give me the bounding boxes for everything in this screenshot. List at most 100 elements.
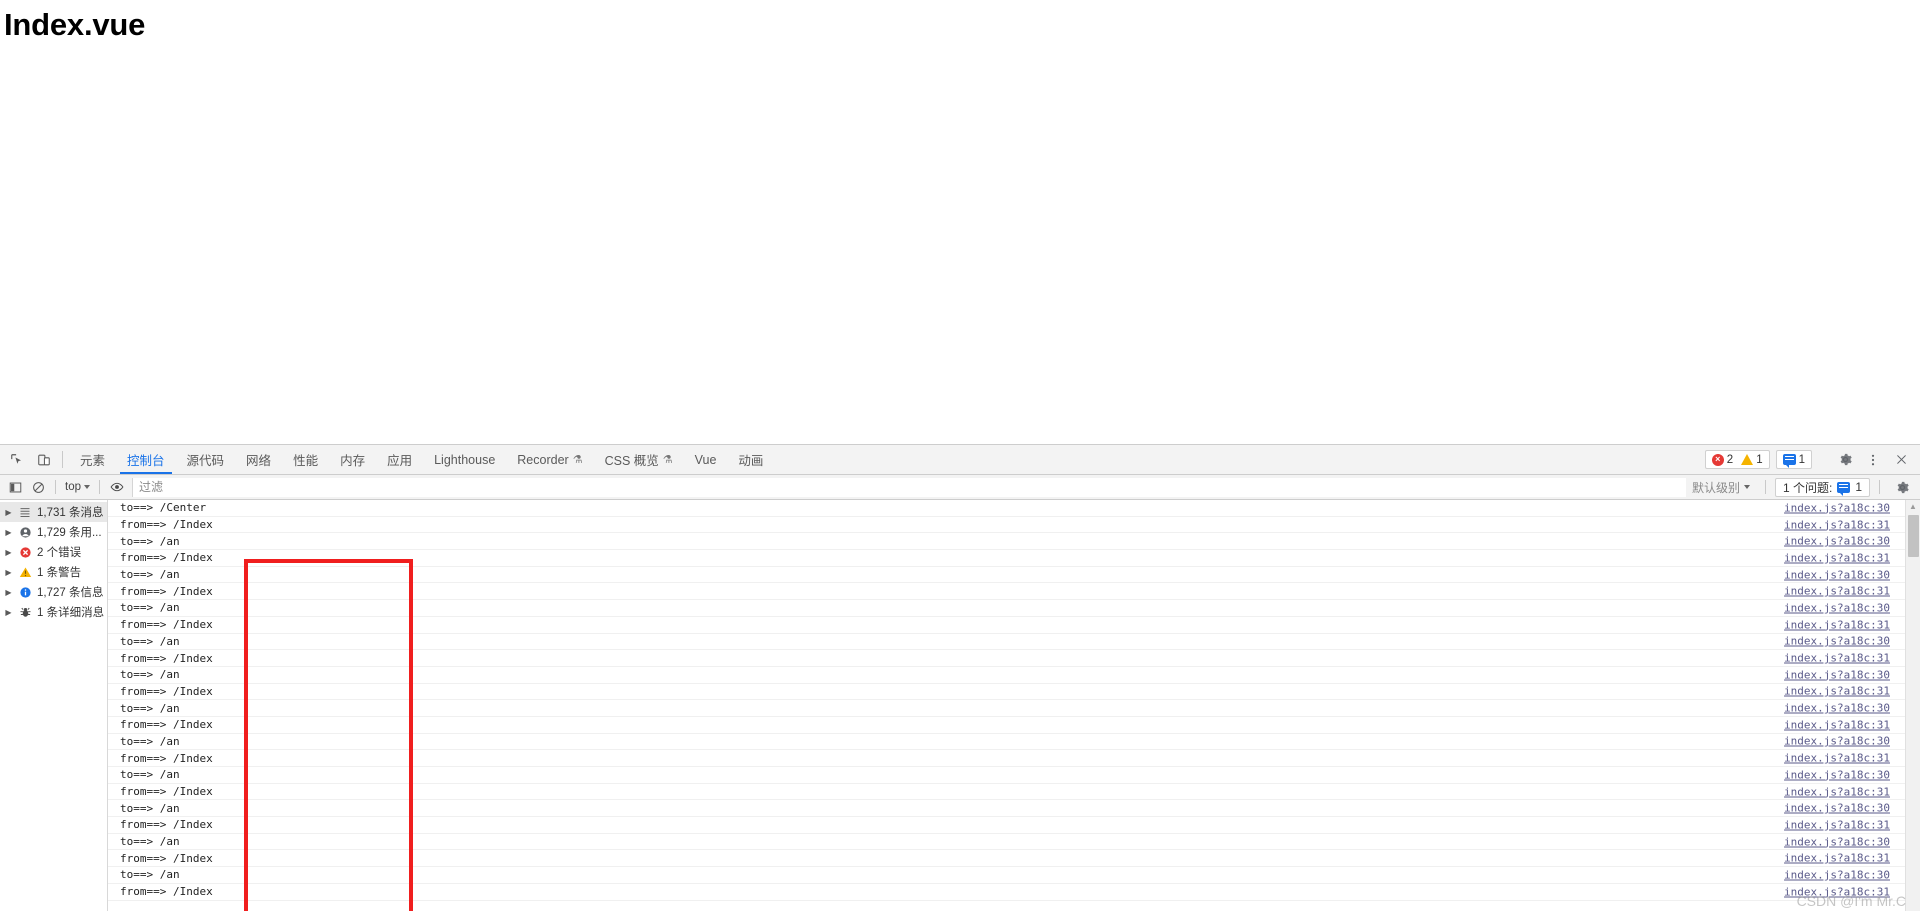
- console-message-row[interactable]: to==> /an index.js?a18c:30: [108, 867, 1920, 884]
- console-scrollbar[interactable]: ▲: [1905, 500, 1920, 911]
- console-message-row[interactable]: from==> /Index index.js?a18c:31: [108, 650, 1920, 667]
- live-expression-eye-icon[interactable]: [105, 477, 128, 498]
- gear-icon[interactable]: [1832, 447, 1858, 473]
- log-level-selector[interactable]: 默认级别: [1686, 478, 1756, 497]
- console-message-source-link[interactable]: index.js?a18c:30: [1784, 668, 1890, 681]
- message-counter[interactable]: 1: [1775, 450, 1812, 469]
- console-message-row[interactable]: from==> /Index index.js?a18c:31: [108, 583, 1920, 601]
- tab-vue[interactable]: Vue: [684, 445, 728, 474]
- scrollbar-thumb[interactable]: [1908, 515, 1919, 557]
- close-icon[interactable]: [1888, 447, 1914, 473]
- console-message-row[interactable]: to==> /an index.js?a18c:30: [108, 834, 1920, 851]
- console-message-source-link[interactable]: index.js?a18c:31: [1784, 652, 1890, 665]
- console-sidebar-toggle-icon[interactable]: [4, 477, 27, 498]
- web-page-viewport: Index.vue: [0, 0, 1920, 444]
- chevron-right-icon[interactable]: ▶: [4, 588, 13, 597]
- tab-css-overview[interactable]: CSS 概览 ⚗: [594, 445, 684, 474]
- console-message-source-link[interactable]: index.js?a18c:31: [1784, 818, 1890, 831]
- sidebar-item-info[interactable]: ▶ 1,727 条信息: [0, 582, 107, 602]
- tab-lighthouse[interactable]: Lighthouse: [423, 445, 506, 474]
- console-message-source-link[interactable]: index.js?a18c:31: [1784, 585, 1890, 598]
- sidebar-item-all-messages[interactable]: ▶ 1,731 条消息: [0, 502, 107, 522]
- inspect-element-icon[interactable]: [3, 445, 30, 474]
- console-message-row[interactable]: to==> /an index.js?a18c:30: [108, 533, 1920, 551]
- console-message-source-link[interactable]: index.js?a18c:30: [1784, 535, 1890, 548]
- console-message-source-link[interactable]: index.js?a18c:30: [1784, 868, 1890, 881]
- javascript-context-selector[interactable]: top: [61, 478, 94, 497]
- chevron-right-icon[interactable]: ▶: [4, 548, 13, 557]
- console-message-source-link[interactable]: index.js?a18c:31: [1784, 885, 1890, 898]
- console-message-row[interactable]: to==> /an index.js?a18c:30: [108, 700, 1920, 717]
- sidebar-item-errors[interactable]: ▶ 2 个错误: [0, 542, 107, 562]
- console-message-source-link[interactable]: index.js?a18c:30: [1784, 735, 1890, 748]
- chevron-right-icon[interactable]: ▶: [4, 528, 13, 537]
- experiment-flask-icon: ⚗: [572, 454, 583, 466]
- warning-counter[interactable]: 1: [1741, 454, 1763, 466]
- console-message-row[interactable]: from==> /Index index.js?a18c:31: [108, 850, 1920, 868]
- console-message-row[interactable]: to==> /an index.js?a18c:30: [108, 567, 1920, 584]
- chevron-right-icon[interactable]: ▶: [4, 608, 13, 617]
- console-message-source-link[interactable]: index.js?a18c:31: [1784, 518, 1890, 531]
- console-message-source-link[interactable]: index.js?a18c:31: [1784, 618, 1890, 631]
- console-message-row[interactable]: from==> /Index index.js?a18c:31: [108, 717, 1920, 734]
- console-message-row[interactable]: to==> /an index.js?a18c:30: [108, 634, 1920, 651]
- console-message-text: to==> /an: [120, 868, 180, 882]
- console-message-source-link[interactable]: index.js?a18c:30: [1784, 635, 1890, 648]
- sidebar-item-warnings[interactable]: ▶ 1 条警告: [0, 562, 107, 582]
- console-message-source-link[interactable]: index.js?a18c:31: [1784, 752, 1890, 765]
- error-counter[interactable]: × 2: [1711, 453, 1733, 466]
- console-message-row[interactable]: to==> /an index.js?a18c:30: [108, 800, 1920, 818]
- console-message-row[interactable]: from==> /Index index.js?a18c:31: [108, 550, 1920, 567]
- console-message-row[interactable]: from==> /Index index.js?a18c:31: [108, 817, 1920, 834]
- console-message-source-link[interactable]: index.js?a18c:30: [1784, 568, 1890, 581]
- tab-network[interactable]: 网络: [235, 445, 282, 474]
- console-message-row[interactable]: from==> /Index index.js?a18c:31: [108, 517, 1920, 534]
- device-toolbar-icon[interactable]: [30, 445, 57, 474]
- tab-lighthouse-label: Lighthouse: [434, 452, 496, 467]
- console-settings-gear-icon[interactable]: [1889, 474, 1915, 500]
- chevron-right-icon[interactable]: ▶: [4, 508, 13, 517]
- tab-sources[interactable]: 源代码: [176, 445, 236, 474]
- console-message-row[interactable]: from==> /Index index.js?a18c:31: [108, 784, 1920, 801]
- console-message-source-link[interactable]: index.js?a18c:30: [1784, 768, 1890, 781]
- message-counter-item[interactable]: 1: [1782, 454, 1805, 468]
- tab-animations[interactable]: 动画: [727, 445, 774, 474]
- console-message-row[interactable]: from==> /Index index.js?a18c:31: [108, 617, 1920, 634]
- tab-console[interactable]: 控制台: [116, 445, 176, 474]
- tab-memory[interactable]: 内存: [329, 445, 376, 474]
- more-options-icon[interactable]: [1860, 447, 1886, 473]
- console-filter-input[interactable]: [132, 477, 1686, 497]
- console-message-source-link[interactable]: index.js?a18c:31: [1784, 685, 1890, 698]
- console-message-row[interactable]: from==> /Index index.js?a18c:31: [108, 884, 1920, 901]
- console-message-text: to==> /Center: [120, 501, 207, 515]
- scroll-up-arrow-icon[interactable]: ▲: [1906, 500, 1920, 513]
- tab-application[interactable]: 应用: [376, 445, 423, 474]
- console-message-text: to==> /an: [120, 768, 180, 782]
- tab-performance[interactable]: 性能: [282, 445, 329, 474]
- chevron-right-icon[interactable]: ▶: [4, 568, 13, 577]
- console-message-source-link[interactable]: index.js?a18c:30: [1784, 835, 1890, 848]
- console-message-row[interactable]: from==> /Index index.js?a18c:31: [108, 750, 1920, 767]
- clear-console-icon[interactable]: [27, 477, 50, 498]
- tab-recorder[interactable]: Recorder ⚗: [506, 445, 593, 474]
- console-message-row[interactable]: to==> /an index.js?a18c:30: [108, 667, 1920, 684]
- tab-elements[interactable]: 元素: [69, 445, 116, 474]
- sidebar-item-user-messages[interactable]: ▶ 1,729 条用...: [0, 522, 107, 542]
- console-message-source-link[interactable]: index.js?a18c:31: [1784, 785, 1890, 798]
- info-icon: [18, 586, 32, 599]
- sidebar-item-verbose[interactable]: ▶ 1 条详细消息: [0, 602, 107, 622]
- console-message-source-link[interactable]: index.js?a18c:31: [1784, 852, 1890, 865]
- console-message-row[interactable]: to==> /an index.js?a18c:30: [108, 734, 1920, 751]
- console-message-row[interactable]: to==> /an index.js?a18c:30: [108, 767, 1920, 784]
- console-message-row[interactable]: to==> /Center index.js?a18c:30: [108, 500, 1920, 517]
- console-message-source-link[interactable]: index.js?a18c:30: [1784, 702, 1890, 715]
- error-warning-counter[interactable]: × 2 1: [1704, 450, 1770, 469]
- console-message-source-link[interactable]: index.js?a18c:30: [1784, 802, 1890, 815]
- console-message-source-link[interactable]: index.js?a18c:30: [1784, 601, 1890, 614]
- console-message-row[interactable]: from==> /Index index.js?a18c:31: [108, 684, 1920, 701]
- console-message-row[interactable]: to==> /an index.js?a18c:30: [108, 600, 1920, 617]
- console-message-source-link[interactable]: index.js?a18c:31: [1784, 718, 1890, 731]
- console-message-source-link[interactable]: index.js?a18c:31: [1784, 551, 1890, 564]
- console-message-source-link[interactable]: index.js?a18c:30: [1784, 501, 1890, 514]
- issues-button[interactable]: 1 个问题: 1: [1774, 477, 1870, 497]
